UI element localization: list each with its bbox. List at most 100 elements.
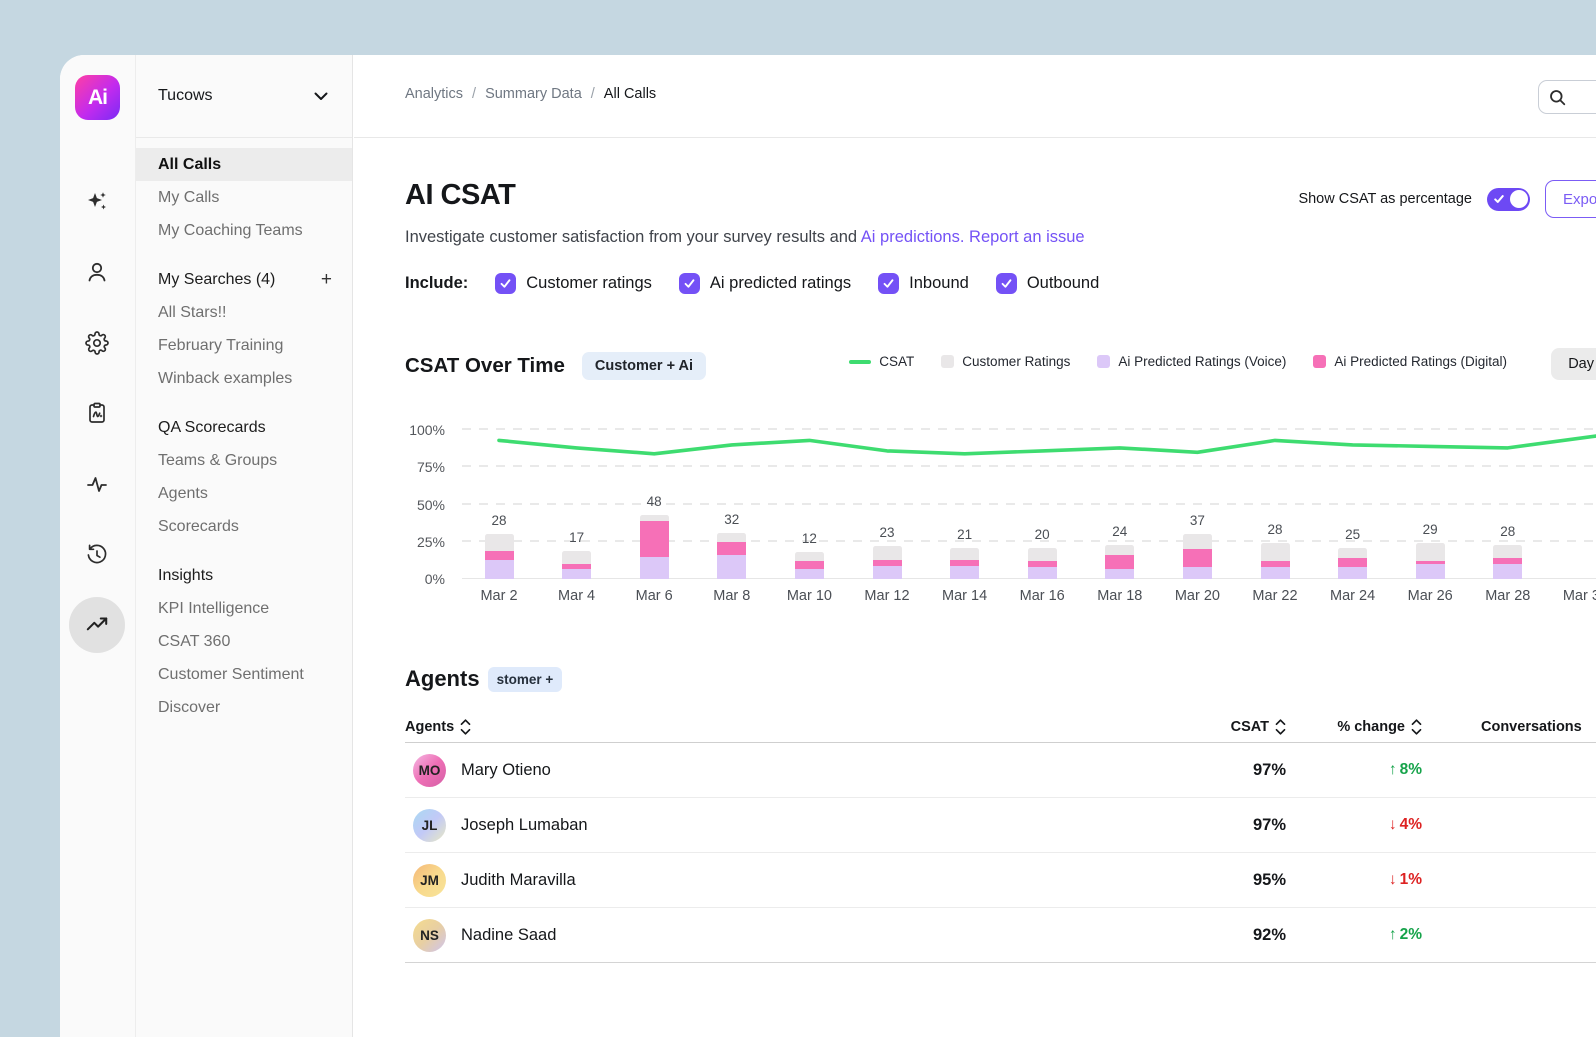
add-search-button[interactable]: + bbox=[321, 263, 332, 296]
main-header: Analytics / Summary Data / All Calls bbox=[354, 55, 1596, 138]
sidebar-item-kpi-intelligence[interactable]: KPI Intelligence bbox=[136, 592, 352, 625]
agent-name: Mary Otieno bbox=[461, 761, 551, 780]
sidebar-item-agents[interactable]: Agents bbox=[136, 477, 352, 510]
csat-over-time-section: CSAT Over Time Customer + Ai CSATCustome… bbox=[405, 350, 1596, 605]
sidebar-item-winback-examples[interactable]: Winback examples bbox=[136, 362, 352, 395]
analytics-trending-up-icon[interactable] bbox=[69, 597, 125, 653]
report-issue-link[interactable]: Report an issue bbox=[969, 228, 1085, 246]
trend-up-icon: ↑ bbox=[1389, 761, 1397, 779]
table-row-mary-otieno[interactable]: MOMary Otieno97%↑8% bbox=[405, 743, 1596, 797]
x-axis-label-mar-28: Mar 28 bbox=[1470, 588, 1546, 604]
x-axis-label-clipped: Mar 30 bbox=[1547, 588, 1596, 604]
bar-segment-customer-ratings bbox=[873, 546, 902, 559]
toggle-label: Show CSAT as percentage bbox=[1298, 191, 1472, 207]
bar-segment-customer-ratings bbox=[950, 548, 979, 560]
sidebar-group-header-insights[interactable]: Insights bbox=[136, 559, 352, 592]
csat-percentage-toggle[interactable] bbox=[1487, 188, 1530, 211]
x-axis-label-mar-24: Mar 24 bbox=[1315, 588, 1391, 604]
column-header-conversations[interactable]: Conversations bbox=[1456, 719, 1596, 735]
bar-segment-customer-ratings bbox=[562, 551, 591, 564]
x-axis-label-mar-8: Mar 8 bbox=[694, 588, 770, 604]
history-icon[interactable] bbox=[85, 543, 109, 567]
workspace-name: Tucows bbox=[158, 87, 213, 105]
sidebar-group-header-my-searches-4[interactable]: My Searches (4)+ bbox=[136, 263, 352, 296]
filter-checkbox-ai-predicted-ratings[interactable]: Ai predicted ratings bbox=[679, 273, 851, 294]
filter-checkbox-inbound[interactable]: Inbound bbox=[878, 273, 969, 294]
filter-checkbox-outbound[interactable]: Outbound bbox=[996, 273, 1099, 294]
chevron-down-icon bbox=[314, 92, 328, 101]
breadcrumb-analytics[interactable]: Analytics bbox=[405, 86, 463, 102]
sidebar-group: QA ScorecardsTeams & GroupsAgentsScoreca… bbox=[136, 411, 352, 543]
bar-value-label: 24 bbox=[1090, 524, 1150, 539]
column-header-change[interactable]: % change bbox=[1286, 719, 1456, 735]
chart-x-axis: Mar 2Mar 4Mar 6Mar 8Mar 10Mar 12Mar 14Ma… bbox=[462, 579, 1596, 605]
y-axis-label: 75% bbox=[397, 458, 445, 476]
bar-mar-14 bbox=[950, 548, 979, 579]
table-row-joseph-lumaban[interactable]: JLJoseph Lumaban97%↓4% bbox=[405, 797, 1596, 852]
legend-label: Ai Predicted Ratings (Digital) bbox=[1334, 354, 1507, 369]
activity-icon[interactable] bbox=[85, 472, 109, 496]
agent-name: Judith Maravilla bbox=[461, 871, 576, 890]
bar-segment-ai-predicted-ratings-voice bbox=[1416, 564, 1445, 579]
agent-name-cell: NSNadine Saad bbox=[405, 919, 1126, 952]
x-axis-label-mar-6: Mar 6 bbox=[616, 588, 692, 604]
x-axis-label-mar-26: Mar 26 bbox=[1392, 588, 1468, 604]
csat-value: 92% bbox=[1126, 926, 1286, 945]
legend-label: Customer Ratings bbox=[962, 354, 1070, 369]
bar-mar-4 bbox=[562, 551, 591, 579]
workspace-selector[interactable]: Tucows bbox=[136, 55, 352, 138]
sidebar-item-my-calls[interactable]: My Calls bbox=[136, 181, 352, 214]
bar-mar-28 bbox=[1493, 545, 1522, 579]
csat-value: 97% bbox=[1126, 761, 1286, 780]
checkbox-checked[interactable] bbox=[996, 273, 1017, 294]
user-icon[interactable] bbox=[85, 260, 109, 284]
sort-icon bbox=[460, 719, 471, 735]
export-button[interactable]: Export bbox=[1545, 180, 1596, 218]
sidebar-group-header-qa-scorecards[interactable]: QA Scorecards bbox=[136, 411, 352, 444]
legend-swatch bbox=[849, 360, 871, 364]
table-row-judith-maravilla[interactable]: JMJudith Maravilla95%↓1% bbox=[405, 852, 1596, 907]
sidebar: Tucows All CallsMy CallsMy Coaching Team… bbox=[135, 55, 353, 1037]
checkbox-checked[interactable] bbox=[495, 273, 516, 294]
trend-up-icon: ↑ bbox=[1389, 926, 1397, 944]
bar-value-label: 28 bbox=[469, 513, 529, 528]
bar-segment-ai-predicted-ratings-digital bbox=[795, 561, 824, 568]
bar-segment-customer-ratings bbox=[1028, 548, 1057, 561]
bar-value-label: 28 bbox=[1478, 524, 1538, 539]
sidebar-item-customer-sentiment[interactable]: Customer Sentiment bbox=[136, 658, 352, 691]
ai-predictions-link[interactable]: Ai predictions. bbox=[861, 228, 965, 246]
bar-segment-ai-predicted-ratings-voice bbox=[1261, 567, 1290, 579]
sidebar-item-teams-groups[interactable]: Teams & Groups bbox=[136, 444, 352, 477]
sidebar-item-february-training[interactable]: February Training bbox=[136, 329, 352, 362]
search-input[interactable] bbox=[1538, 80, 1596, 114]
settings-gear-icon[interactable] bbox=[85, 331, 109, 355]
bar-segment-customer-ratings bbox=[1338, 548, 1367, 558]
sidebar-item-all-stars[interactable]: All Stars!! bbox=[136, 296, 352, 329]
sparkles-icon[interactable] bbox=[85, 190, 109, 214]
qa-clipboard-icon[interactable] bbox=[85, 401, 109, 425]
sidebar-item-discover[interactable]: Discover bbox=[136, 691, 352, 724]
sidebar-item-scorecards[interactable]: Scorecards bbox=[136, 510, 352, 543]
agents-table: Agents CSAT % change bbox=[405, 712, 1596, 963]
filter-checkbox-customer-ratings[interactable]: Customer ratings bbox=[495, 273, 652, 294]
sort-icon bbox=[1275, 719, 1286, 735]
bar-segment-ai-predicted-ratings-voice bbox=[1493, 564, 1522, 579]
table-row-nadine-saad[interactable]: NSNadine Saad92%↑2% bbox=[405, 907, 1596, 962]
checkbox-checked[interactable] bbox=[679, 273, 700, 294]
y-axis-label: 100% bbox=[397, 421, 445, 439]
breadcrumb: Analytics / Summary Data / All Calls bbox=[405, 86, 656, 102]
bar-mar-6 bbox=[640, 515, 669, 579]
interval-day-button[interactable]: Day bbox=[1551, 348, 1596, 380]
subtitle-text: Investigate customer satisfaction from y… bbox=[405, 228, 857, 246]
breadcrumb-summary-data[interactable]: Summary Data bbox=[485, 86, 582, 102]
column-header-agents[interactable]: Agents bbox=[405, 719, 1126, 735]
sidebar-item-all-calls[interactable]: All Calls bbox=[136, 148, 352, 181]
checkbox-checked[interactable] bbox=[878, 273, 899, 294]
sidebar-item-csat-360[interactable]: CSAT 360 bbox=[136, 625, 352, 658]
csat-value: 95% bbox=[1126, 871, 1286, 890]
sidebar-item-my-coaching-teams[interactable]: My Coaching Teams bbox=[136, 214, 352, 247]
column-header-csat[interactable]: CSAT bbox=[1126, 719, 1286, 735]
bar-segment-ai-predicted-ratings-digital bbox=[717, 542, 746, 555]
agent-name-cell: MOMary Otieno bbox=[405, 754, 1126, 787]
app-logo[interactable]: Ai bbox=[75, 75, 120, 120]
